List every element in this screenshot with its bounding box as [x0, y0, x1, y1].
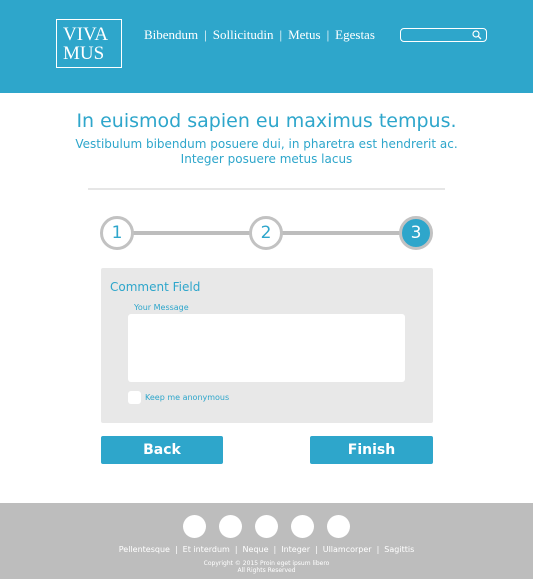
step-connector [282, 231, 401, 235]
comment-field-title: Comment Field [110, 280, 201, 294]
nav-item-bibendum[interactable]: Bibendum [144, 27, 198, 43]
main-nav: Bibendum | Sollicitudin | Metus | Egesta… [144, 27, 375, 43]
social-icon-4[interactable] [291, 515, 314, 538]
footer-link-pellentesque[interactable]: Pellentesque [119, 545, 170, 554]
logo-line-1: VIVA [63, 24, 109, 45]
logo-line-2: MUS [63, 43, 105, 64]
copyright-line-2: All Rights Reserved [237, 567, 296, 574]
footer-separator: | [273, 545, 277, 554]
nav-item-egestas[interactable]: Egestas [335, 27, 375, 43]
nav-item-metus[interactable]: Metus [288, 27, 321, 43]
search-input[interactable] [405, 29, 473, 41]
social-icons [183, 515, 350, 538]
logo[interactable]: VIVA MUS [56, 19, 122, 68]
footer-separator: | [376, 545, 380, 554]
copyright-line-1: Copyright © 2015 Proin eget ipsum libero [203, 560, 330, 567]
anonymous-checkbox[interactable] [128, 391, 141, 404]
social-icon-1[interactable] [183, 515, 206, 538]
step-3-current[interactable]: 3 [399, 216, 433, 250]
step-2[interactable]: 2 [249, 216, 283, 250]
nav-separator: | [279, 27, 283, 42]
page-title: In euismod sapien eu maximus tempus. [76, 110, 457, 132]
social-icon-3[interactable] [255, 515, 278, 538]
subtitle-line-1: Vestibulum bibendum posuere dui, in phar… [75, 137, 458, 151]
anonymous-checkbox-label[interactable]: Keep me anonymous [145, 393, 229, 402]
footer-link-ullamcorper[interactable]: Ullamcorper [323, 545, 372, 554]
message-label: Your Message [134, 303, 189, 312]
comment-panel: Comment Field Your Message Keep me anony… [101, 268, 433, 423]
footer-link-et-interdum[interactable]: Et interdum [183, 545, 230, 554]
step-connector [133, 231, 251, 235]
footer-link-neque[interactable]: Neque [243, 545, 269, 554]
divider [88, 188, 445, 190]
footer-links: Pellentesque | Et interdum | Neque | Integer | U… [0, 545, 533, 554]
nav-separator: | [326, 27, 330, 42]
social-icon-2[interactable] [219, 515, 242, 538]
back-button[interactable]: Back [101, 436, 223, 464]
message-textarea[interactable] [128, 314, 405, 382]
footer-link-sagittis[interactable]: Sagittis [384, 545, 414, 554]
subtitle-line-2: Integer posuere metus lacus [180, 152, 353, 166]
footer-separator: | [315, 545, 318, 554]
step-1[interactable]: 1 [100, 216, 134, 250]
footer-link-integer[interactable]: Integer [281, 545, 310, 554]
site-header: VIVA MUS Bibendum | Sollicitudin | Metus… [0, 0, 533, 93]
social-icon-5[interactable] [327, 515, 350, 538]
nav-item-sollicitudin[interactable]: Sollicitudin [213, 27, 274, 43]
site-footer: Pellentesque | Et interdum | Neque | Integer | U… [0, 503, 533, 579]
nav-separator: | [204, 27, 207, 42]
copyright: Copyright © 2015 Proin eget ipsum libero… [0, 560, 533, 574]
finish-button[interactable]: Finish [310, 436, 433, 464]
page-subtitle: Vestibulum bibendum posuere dui, in phar… [0, 137, 533, 167]
footer-separator: | [234, 545, 238, 554]
search-box [400, 28, 487, 42]
search-icon[interactable] [472, 30, 482, 40]
footer-separator: | [174, 545, 178, 554]
